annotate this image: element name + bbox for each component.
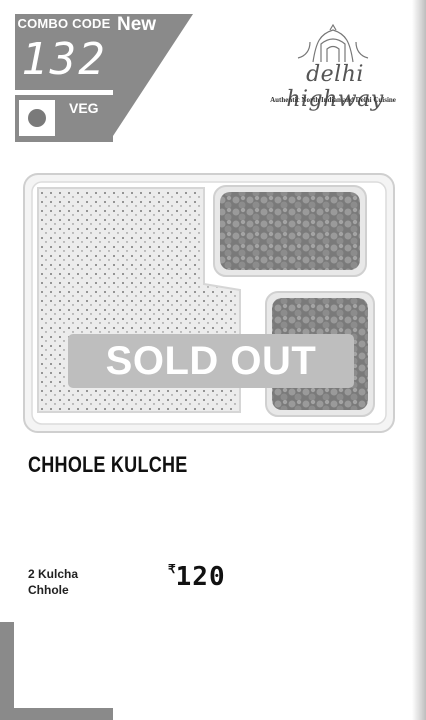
veg-symbol-frame [19,100,55,136]
combo-code-label: COMBO CODE [17,16,111,31]
price-value: 120 [175,562,226,592]
combo-code-box: COMBO CODE 132 [15,14,113,90]
india-gate-icon [297,24,369,63]
new-badge-label: New [117,14,157,35]
veg-dot-icon [28,109,46,127]
dish-item: Chhole [28,583,69,597]
sold-out-label: SOLD OUT [105,339,317,383]
page-edge-shadow [412,0,426,720]
menu-card: COMBO CODE 132 New VEG delhi highway Aut… [0,0,426,720]
dish-price: ₹120 [168,562,226,592]
food-tray-image [23,173,395,433]
combo-code-number: 132 [21,34,107,85]
brand-logo: delhi highway Authentic North Indian and… [258,24,408,112]
decorative-bar-left [0,622,14,720]
dish-items-list: 2 Kulcha Chhole [28,566,78,598]
brand-tagline: Authentic North Indian and Delhi Cuisine [270,96,396,104]
rupee-symbol: ₹ [168,562,176,576]
veg-label: VEG [69,100,99,116]
dish-item: 2 Kulcha [28,567,79,581]
brand-name: delhi highway [286,62,384,112]
decorative-bar-bottom [0,708,113,720]
sold-out-banner: SOLD OUT [68,334,354,388]
dish-name: CHHOLE KULCHE [28,452,188,477]
veg-indicator-box: VEG [15,95,113,142]
